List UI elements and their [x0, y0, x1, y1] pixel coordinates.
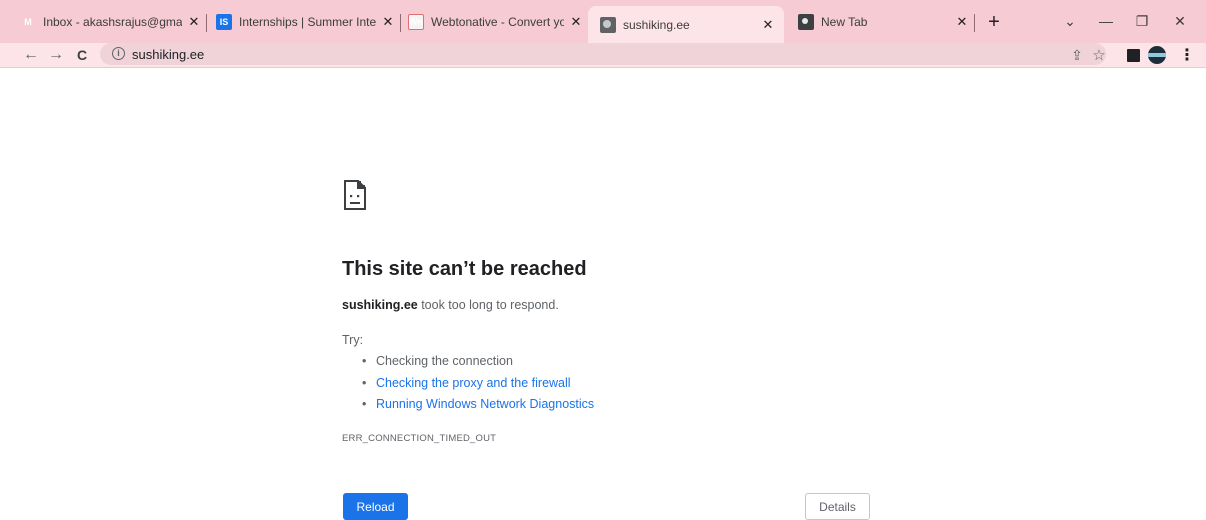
tab-new-tab[interactable]: New Tab ✕ — [798, 8, 970, 36]
bookmark-star-icon[interactable]: ☆ — [1090, 46, 1108, 64]
close-icon[interactable]: ✕ — [380, 14, 396, 30]
tab-title: Internships | Summer Interns — [239, 15, 376, 29]
close-icon[interactable]: ✕ — [568, 14, 584, 30]
browser-toolbar: ← → C i sushiking.ee ⇪ ☆ ⋮ — [0, 43, 1206, 68]
tab-internships[interactable]: IS Internships | Summer Interns ✕ — [216, 8, 396, 36]
tab-gmail[interactable]: M Inbox - akashsrajus@gmail.co ✕ — [20, 8, 202, 36]
error-description-text: took too long to respond. — [417, 298, 559, 312]
share-icon[interactable]: ⇪ — [1068, 46, 1086, 64]
network-diagnostics-link[interactable]: Running Windows Network Diagnostics — [376, 397, 594, 411]
menu-icon[interactable]: ⋮ — [1178, 46, 1196, 64]
side-panel-icon — [1126, 48, 1140, 62]
minimize-button[interactable]: — — [1086, 8, 1126, 34]
close-window-button[interactable]: ✕ — [1160, 8, 1200, 34]
tab-title: New Tab — [821, 15, 868, 29]
reload-button[interactable]: Reload — [343, 493, 408, 520]
chrome-icon — [798, 14, 814, 30]
tab-webtonative[interactable]: Wn Webtonative - Convert your ✕ — [408, 8, 584, 36]
restore-button[interactable]: ❐ — [1122, 8, 1162, 34]
tab-title: sushiking.ee — [623, 17, 690, 32]
back-button[interactable]: ← — [20, 44, 42, 66]
webtonative-icon: Wn — [408, 14, 424, 30]
error-host: sushiking.ee — [342, 298, 418, 312]
globe-icon — [600, 16, 616, 33]
page-title: This site can’t be reached — [342, 258, 587, 280]
profile-button[interactable] — [1148, 46, 1166, 64]
close-icon[interactable]: ✕ — [954, 14, 970, 30]
close-icon[interactable]: ✕ — [186, 14, 202, 30]
new-tab-button[interactable]: + — [982, 10, 1006, 34]
tab-strip: M Inbox - akashsrajus@gmail.co ✕ IS Inte… — [0, 0, 1206, 43]
side-panel-button[interactable] — [1124, 46, 1142, 64]
suggestion-check-proxy: Checking the proxy and the firewall — [358, 374, 594, 396]
tab-title: Inbox - akashsrajus@gmail.co — [43, 15, 182, 29]
url-text[interactable]: sushiking.ee — [132, 47, 204, 62]
close-icon[interactable]: ✕ — [760, 17, 776, 33]
check-proxy-link[interactable]: Checking the proxy and the firewall — [376, 376, 571, 390]
tab-divider — [974, 14, 975, 32]
error-description: sushiking.ee took too long to respond. — [342, 298, 559, 312]
info-icon[interactable]: i — [112, 47, 125, 60]
tab-title: Webtonative - Convert your — [431, 15, 564, 29]
tab-search-button[interactable]: ⌄ — [1050, 8, 1090, 34]
tab-divider — [400, 14, 401, 32]
internshala-icon: IS — [216, 14, 232, 30]
suggestion-network-diagnostics: Running Windows Network Diagnostics — [358, 395, 594, 417]
suggestions-list: Checking the connection Checking the pro… — [358, 352, 594, 417]
tab-divider — [206, 14, 207, 32]
gmail-icon: M — [24, 17, 32, 27]
address-bar[interactable]: i sushiking.ee — [100, 43, 1106, 65]
suggestion-text: Checking the connection — [376, 354, 513, 368]
details-button[interactable]: Details — [805, 493, 870, 520]
sad-page-icon — [344, 180, 366, 210]
try-label: Try: — [342, 333, 364, 347]
avatar — [1148, 46, 1166, 64]
forward-button[interactable]: → — [45, 44, 67, 66]
suggestion-check-connection: Checking the connection — [358, 352, 594, 374]
reload-icon[interactable]: C — [71, 44, 93, 66]
tab-sushiking[interactable]: sushiking.ee ✕ — [588, 6, 784, 43]
error-code: ERR_CONNECTION_TIMED_OUT — [342, 433, 497, 444]
